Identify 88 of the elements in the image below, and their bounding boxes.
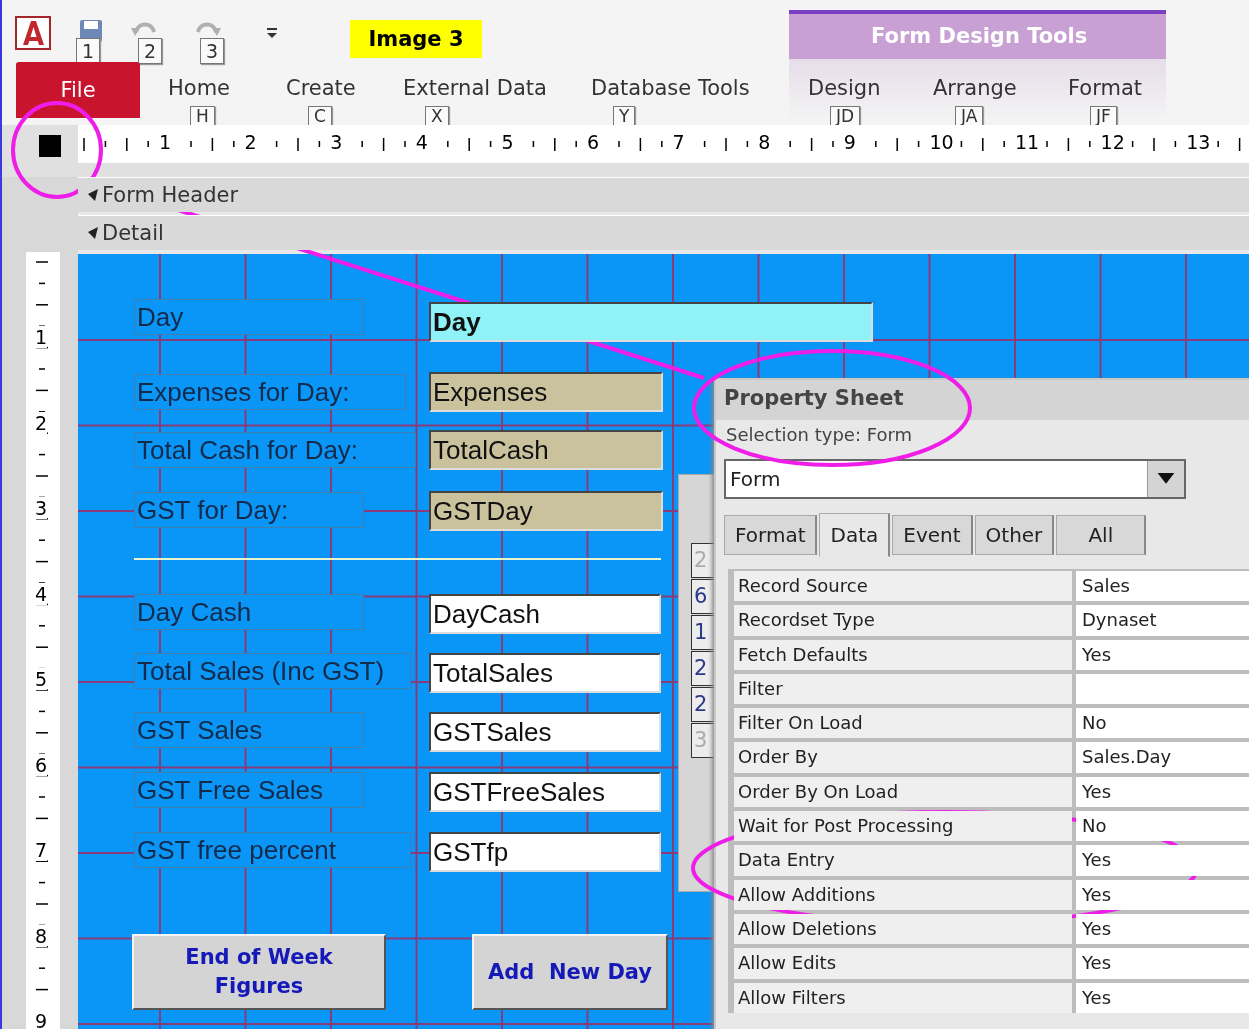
panel-title: Property Sheet bbox=[716, 380, 1249, 420]
section-bar[interactable]: Form Header bbox=[78, 177, 1249, 212]
subform-cell: 2 bbox=[691, 651, 717, 686]
ruler-number: 1 bbox=[35, 326, 48, 348]
ruler-number: 4 bbox=[35, 582, 48, 605]
property-value[interactable]: Yes bbox=[1076, 639, 1249, 670]
ribbon-tab[interactable]: Create bbox=[280, 72, 362, 104]
section-bar[interactable]: Detail bbox=[78, 215, 1249, 250]
text-box-control[interactable]: GSTDay bbox=[429, 491, 663, 531]
text-box-control[interactable]: Day bbox=[429, 302, 873, 342]
property-tab[interactable]: Other bbox=[974, 515, 1055, 555]
property-value[interactable]: Dynaset bbox=[1076, 605, 1249, 636]
field-label: Day bbox=[134, 299, 364, 335]
property-tab[interactable]: Data bbox=[819, 513, 891, 557]
field-label: GST free percent bbox=[134, 832, 411, 868]
file-tab[interactable]: File bbox=[16, 62, 140, 118]
text-box-control[interactable]: GSTfp bbox=[429, 832, 661, 872]
keytip: 3 bbox=[200, 38, 225, 64]
subform-cell: 1 bbox=[691, 615, 717, 650]
property-value[interactable]: Sales.Day bbox=[1076, 742, 1249, 773]
field-label: Total Sales (Inc GST) bbox=[134, 653, 411, 689]
command-button[interactable]: Add New Day bbox=[472, 934, 668, 1010]
ruler-number: 8 bbox=[35, 924, 48, 947]
keytip: 1 bbox=[76, 38, 101, 64]
property-tab[interactable]: Format bbox=[724, 515, 818, 555]
text-box-control[interactable]: TotalSales bbox=[429, 653, 661, 693]
property-name: Allow Edits bbox=[734, 948, 1072, 979]
selection-type: Selection type: Form bbox=[725, 423, 913, 447]
property-name: Recordset Type bbox=[734, 605, 1072, 636]
field-label: GST for Day: bbox=[134, 492, 364, 528]
app-logo-icon bbox=[15, 16, 51, 50]
property-name: Order By On Load bbox=[734, 776, 1072, 808]
ruler-number: 5 bbox=[35, 668, 48, 690]
field-label: Day Cash bbox=[134, 594, 364, 630]
text-box-control[interactable]: Expenses bbox=[429, 372, 663, 412]
property-value[interactable]: Sales bbox=[1076, 571, 1249, 602]
object-dropdown[interactable]: Form bbox=[724, 459, 1186, 499]
field-label: GST Sales bbox=[134, 712, 364, 748]
ruler-number: 7 bbox=[35, 839, 48, 861]
ruler-number: 3 bbox=[35, 497, 48, 519]
subform-cell: 3 bbox=[691, 723, 717, 758]
property-value[interactable]: Yes bbox=[1076, 913, 1249, 945]
property-name: Order By bbox=[734, 742, 1072, 773]
ribbon-tab[interactable]: Format bbox=[1062, 72, 1148, 104]
image-label: Image 3 bbox=[350, 20, 482, 58]
field-label: Total Cash for Day: bbox=[134, 432, 416, 468]
field-label: Expenses for Day: bbox=[134, 374, 406, 410]
ribbon-tab[interactable]: Design bbox=[802, 72, 887, 104]
subform-cell: 2 bbox=[691, 687, 717, 722]
property-value[interactable]: Yes bbox=[1076, 776, 1249, 808]
section-arrow-icon bbox=[86, 226, 100, 240]
keytip: Y bbox=[613, 106, 636, 126]
property-name: Filter On Load bbox=[734, 708, 1072, 739]
ribbon-tab[interactable]: External Data bbox=[397, 72, 553, 104]
property-value[interactable]: Yes bbox=[1076, 982, 1249, 1013]
keytip: JA bbox=[955, 106, 984, 126]
ruler-number: 9 bbox=[35, 1010, 48, 1029]
text-box-control[interactable]: TotalCash bbox=[429, 430, 663, 470]
property-tab[interactable]: Event bbox=[892, 515, 973, 555]
property-tab[interactable]: All bbox=[1056, 515, 1147, 555]
property-name: Record Source bbox=[734, 571, 1072, 602]
contextual-group-title: Form Design Tools bbox=[871, 24, 1088, 48]
property-name: Allow Filters bbox=[734, 982, 1072, 1013]
property-value[interactable]: Yes bbox=[1076, 948, 1249, 979]
text-box-control[interactable]: GSTSales bbox=[429, 712, 661, 752]
section-title: Detail bbox=[102, 221, 164, 245]
ruler-number: 2 bbox=[35, 411, 48, 434]
ruler-number: 6 bbox=[35, 753, 48, 776]
property-name: Fetch Defaults bbox=[734, 639, 1072, 670]
section-arrow-icon bbox=[86, 188, 100, 202]
field-label: GST Free Sales bbox=[134, 772, 364, 808]
keytip: H bbox=[190, 106, 215, 126]
command-button[interactable]: End of Week Figures bbox=[132, 934, 386, 1010]
ribbon-tab[interactable]: Arrange bbox=[927, 72, 1023, 104]
keytip: JD bbox=[830, 106, 861, 126]
customize-dropdown-icon[interactable] bbox=[265, 26, 279, 40]
section-title: Form Header bbox=[102, 183, 239, 207]
subform-cell: 2 bbox=[691, 543, 717, 578]
subform-cell: 6 bbox=[691, 579, 717, 614]
property-name: Filter bbox=[734, 673, 1072, 705]
text-box-control[interactable]: DayCash bbox=[429, 594, 661, 634]
keytip: C bbox=[308, 106, 332, 126]
keytip: 2 bbox=[138, 38, 163, 64]
ribbon-tab[interactable]: Home bbox=[162, 72, 236, 104]
keytip: X bbox=[425, 106, 449, 126]
text-box-control[interactable]: GSTFreeSales bbox=[429, 772, 661, 812]
property-value[interactable]: No bbox=[1076, 708, 1249, 739]
ribbon-tab[interactable]: Database Tools bbox=[585, 72, 756, 104]
